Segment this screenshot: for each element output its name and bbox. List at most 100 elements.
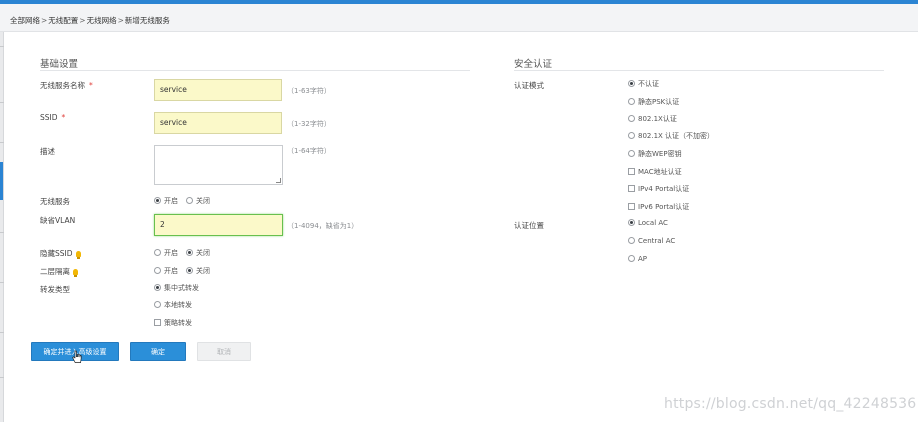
radio-unselected-icon: [186, 197, 193, 204]
hide-ssid-on-label: 开启: [164, 249, 178, 257]
ssid-label: SSID *: [40, 113, 65, 122]
auth-location-central-ac-label: Central AC: [638, 237, 676, 245]
breadcrumb-wireless-network[interactable]: 无线网络: [87, 16, 117, 25]
description-hint: （1-64字符）: [287, 147, 331, 155]
breadcrumb-wireless-config[interactable]: 无线配置: [48, 16, 78, 25]
forward-centralized-label: 集中式转发: [164, 284, 199, 292]
lightbulb-icon[interactable]: [75, 251, 81, 259]
hand-cursor-icon: [72, 350, 82, 363]
nav-active-indicator: [0, 162, 3, 200]
ssid-hint: （1-32字符）: [287, 120, 331, 128]
auth-mode-8021x-label: 802.1X认证: [638, 115, 677, 123]
auth-ipv4-portal-label: IPv4 Portal认证: [638, 185, 690, 193]
hide-ssid-on-radio[interactable]: 开启: [154, 248, 178, 258]
radio-unselected-icon: [628, 98, 635, 105]
auth-mac-checkbox[interactable]: MAC地址认证: [628, 167, 682, 177]
auth-mode-none-label: 不认证: [638, 80, 659, 88]
forward-local-label: 本地转发: [164, 301, 192, 309]
breadcrumb-separator: >: [79, 16, 86, 25]
description-textarea[interactable]: [154, 145, 283, 185]
nav-divider: [0, 282, 4, 283]
breadcrumb-all-networks[interactable]: 全部网络: [10, 16, 40, 25]
radio-unselected-icon: [154, 249, 161, 256]
checkbox-icon: [628, 185, 635, 192]
auth-mode-psk-label: 静态PSK认证: [638, 98, 680, 106]
radio-unselected-icon: [154, 301, 161, 308]
nav-divider: [0, 142, 4, 143]
hide-ssid-off-label: 关闭: [196, 249, 210, 257]
forward-type-label: 转发类型: [40, 285, 70, 294]
radio-unselected-icon: [154, 267, 161, 274]
auth-mode-none-radio[interactable]: 不认证: [628, 79, 659, 89]
security-divider: [514, 70, 884, 71]
forward-policy-checkbox[interactable]: 策略转发: [154, 318, 192, 328]
radio-selected-icon: [628, 80, 635, 87]
l2-isolation-label: 二层隔离: [40, 266, 78, 277]
l2-isolation-label-text: 二层隔离: [40, 267, 70, 276]
l2-isolation-off-label: 关闭: [196, 267, 210, 275]
wireless-service-off-radio[interactable]: 关闭: [186, 196, 210, 206]
forward-local-radio[interactable]: 本地转发: [154, 300, 192, 310]
auth-mode-psk-radio[interactable]: 静态PSK认证: [628, 97, 679, 107]
checkbox-icon: [154, 319, 161, 326]
hide-ssid-label-text: 隐藏SSID: [40, 249, 73, 258]
wireless-service-on-radio[interactable]: 开启: [154, 196, 178, 206]
auth-location-local-ac-radio[interactable]: Local AC: [628, 219, 668, 227]
checkbox-icon: [628, 168, 635, 175]
resize-grip-icon[interactable]: [276, 178, 281, 183]
l2-isolation-off-radio[interactable]: 关闭: [186, 266, 210, 276]
auth-location-ap-label: AP: [638, 255, 648, 263]
auth-ipv6-portal-checkbox[interactable]: IPv6 Portal认证: [628, 202, 689, 212]
default-vlan-input[interactable]: 2: [154, 214, 283, 236]
nav-divider: [0, 332, 4, 333]
left-nav-strip[interactable]: [0, 32, 4, 422]
radio-unselected-icon: [628, 115, 635, 122]
l2-isolation-on-radio[interactable]: 开启: [154, 266, 178, 276]
auth-mode-wep-radio[interactable]: 静态WEP密钥: [628, 149, 682, 159]
service-name-label: 无线服务名称 *: [40, 80, 93, 91]
auth-ipv6-portal-label: IPv6 Portal认证: [638, 203, 690, 211]
auth-location-local-ac-label: Local AC: [638, 219, 668, 227]
watermark: https://blog.csdn.net/qq_42248536: [664, 396, 917, 412]
auth-mode-8021x-radio[interactable]: 802.1X认证: [628, 114, 677, 124]
hide-ssid-off-radio[interactable]: 关闭: [186, 248, 210, 258]
breadcrumb-separator: >: [41, 16, 48, 25]
breadcrumb-current: 新增无线服务: [124, 16, 170, 25]
auth-location-central-ac-radio[interactable]: Central AC: [628, 237, 675, 245]
auth-mode-8021x-noenc-label: 802.1X 认证（不加密）: [638, 132, 715, 140]
wireless-service-off-label: 关闭: [196, 197, 210, 205]
nav-divider: [0, 46, 4, 47]
confirm-button[interactable]: 确定: [130, 342, 186, 361]
service-name-input[interactable]: service: [154, 79, 282, 101]
ssid-input[interactable]: service: [154, 112, 282, 134]
radio-unselected-icon: [628, 237, 635, 244]
breadcrumb-separator: >: [117, 16, 124, 25]
radio-unselected-icon: [628, 150, 635, 157]
service-name-label-text: 无线服务名称: [40, 81, 85, 90]
breadcrumb-bar: 全部网络>无线配置>无线网络>新增无线服务: [0, 4, 918, 32]
radio-selected-icon: [154, 197, 161, 204]
radio-selected-icon: [186, 249, 193, 256]
required-mark: *: [89, 81, 93, 90]
auth-ipv4-portal-checkbox[interactable]: IPv4 Portal认证: [628, 184, 689, 194]
auth-location-ap-radio[interactable]: AP: [628, 255, 647, 263]
security-title: 安全认证: [514, 59, 553, 70]
radio-selected-icon: [628, 219, 635, 226]
forward-policy-label: 策略转发: [164, 319, 192, 327]
forward-centralized-radio[interactable]: 集中式转发: [154, 283, 199, 293]
auth-mac-label: MAC地址认证: [638, 168, 682, 176]
lightbulb-icon[interactable]: [73, 269, 78, 277]
basic-settings-title: 基础设置: [40, 59, 79, 70]
auth-mode-8021x-noenc-radio[interactable]: 802.1X 认证（不加密）: [628, 131, 714, 141]
checkbox-icon: [628, 203, 635, 210]
cancel-button[interactable]: 取消: [197, 342, 251, 361]
l2-isolation-on-label: 开启: [164, 267, 178, 275]
default-vlan-label: 缺省VLAN: [40, 216, 76, 225]
radio-selected-icon: [154, 284, 161, 291]
service-name-hint: （1-63字符）: [287, 87, 331, 95]
required-mark: *: [61, 113, 66, 122]
ssid-label-text: SSID: [40, 113, 58, 122]
nav-divider: [0, 377, 4, 378]
wireless-service-label: 无线服务: [40, 197, 70, 206]
radio-selected-icon: [186, 267, 193, 274]
